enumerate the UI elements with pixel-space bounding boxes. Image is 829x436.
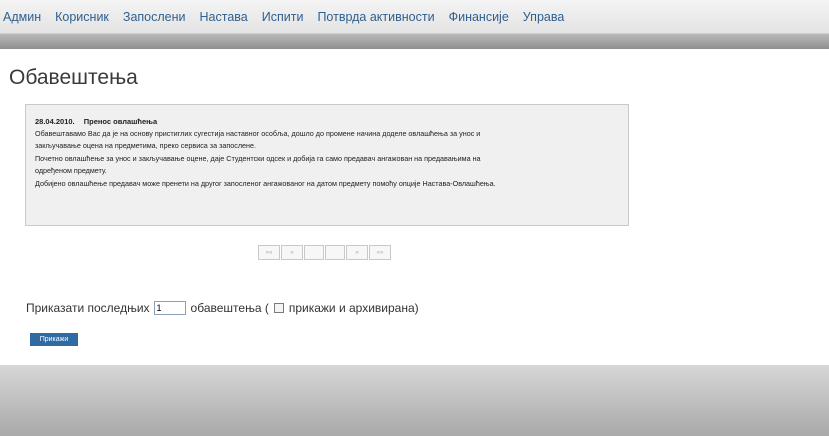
top-navigation: Админ Корисник Запослени Настава Испити … [0,0,829,34]
previous-page-button[interactable]: « [281,245,303,260]
footer-bar [0,365,829,436]
nav-item-exams[interactable]: Испити [262,10,304,24]
first-page-button[interactable]: «« [258,245,280,260]
notice-date: 28.04.2010. [35,117,75,126]
notice-count-form: Приказати последњих обавештења ( прикажи… [26,301,419,315]
notice-count-input[interactable] [153,301,186,315]
nav-item-employees[interactable]: Запослени [123,10,186,24]
sub-navigation-bar [0,34,829,49]
show-button[interactable]: Прикажи [30,333,78,346]
nav-item-teaching[interactable]: Настава [200,10,248,24]
nav-item-activity-confirmation[interactable]: Потврда активности [317,10,434,24]
show-archived-label: прикажи и архивирана) [288,301,419,315]
next-page-button[interactable]: » [346,245,368,260]
nav-item-admin[interactable]: Админ [3,10,41,24]
notice-line: одређеном предмету. [35,166,107,176]
notice-title: Пренос овлашћења [83,117,158,126]
page-number-button[interactable] [325,245,345,260]
page-title: Обавештења [9,66,138,89]
show-archived-checkbox[interactable] [273,303,284,313]
notice-item: 28.04.2010. Пренос овлашћења Обавештавам… [25,104,629,226]
nav-item-user[interactable]: Корисник [55,10,109,24]
notice-line: закључавање оцена на предметима, преко с… [35,141,257,151]
notice-line: Обавештавамо Вас да је на основу пристиг… [35,129,481,138]
count-prefix-label: Приказати последњих [26,301,150,315]
notice-header: 28.04.2010. Пренос овлашћења [35,116,619,128]
last-page-button[interactable]: »» [369,245,391,260]
nav-item-administration[interactable]: Управа [523,10,565,24]
notice-body: Обавештавамо Вас да је на основу пристиг… [35,128,619,190]
nav-item-finance[interactable]: Финансије [449,10,509,24]
notice-line: Почетно овлашћење за унос и закључавање … [35,153,481,163]
pagination: «« « » »» [258,245,391,260]
page-number-button[interactable] [304,245,324,260]
notice-line: Добијено овлашћење предавач може пренети… [35,178,496,188]
count-suffix-label: обавештења ( [190,301,269,315]
